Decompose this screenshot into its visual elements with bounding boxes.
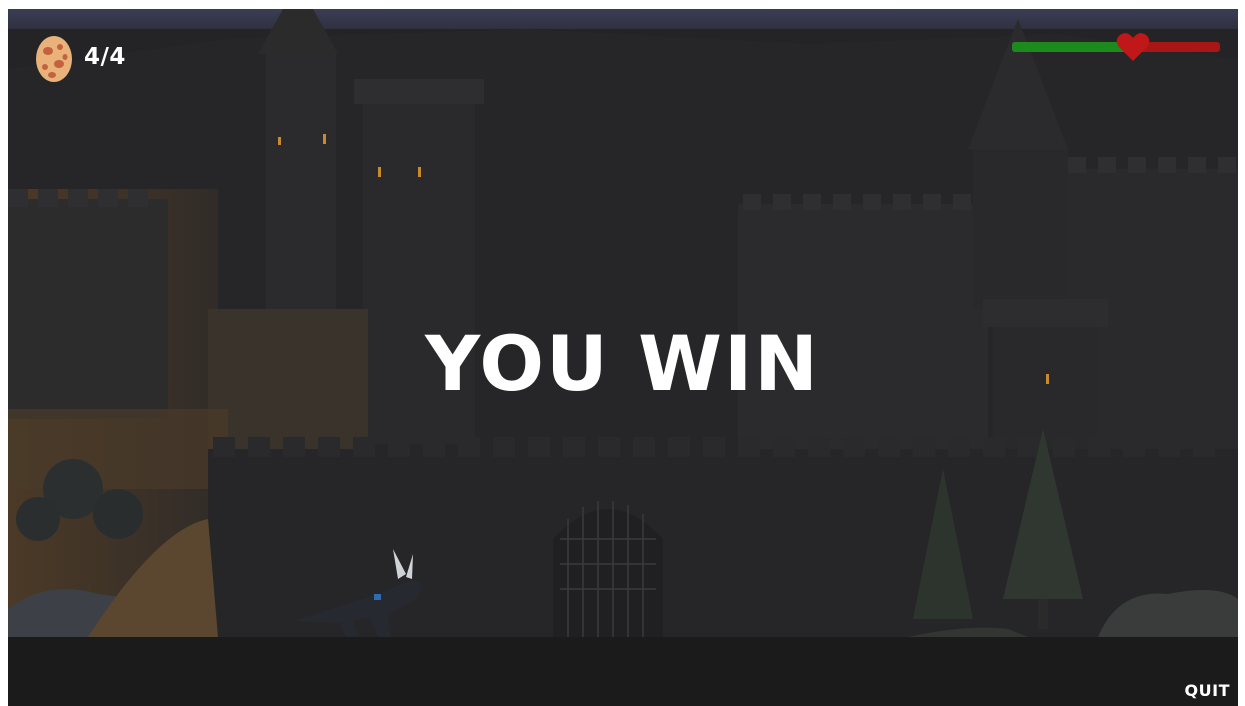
- egg-count-label: 4/4: [84, 44, 126, 70]
- egg-icon: [36, 36, 72, 82]
- win-title: YOU WIN: [425, 319, 820, 408]
- ground: [8, 637, 1238, 706]
- quit-button[interactable]: QUIT: [1181, 679, 1234, 702]
- health-bar: [1012, 33, 1220, 61]
- health-bar-fill: [1012, 42, 1133, 52]
- heart-icon: [1116, 33, 1149, 61]
- game-viewport: 4/4 YOU WIN QUIT: [8, 9, 1238, 706]
- egg-counter: 4/4: [34, 31, 126, 83]
